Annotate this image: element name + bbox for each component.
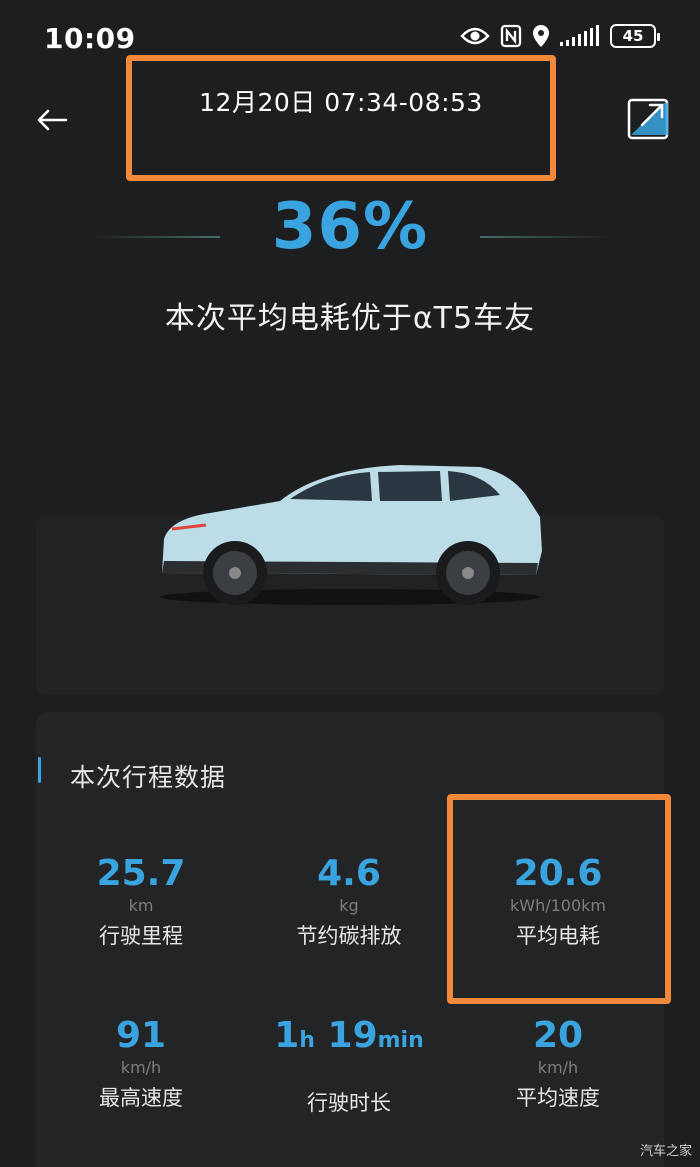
back-button[interactable] — [30, 100, 74, 140]
stat-unit: km — [128, 896, 154, 915]
car-image — [160, 465, 542, 605]
status-time: 10:09 — [44, 22, 136, 55]
consumption-highlight — [447, 794, 671, 1004]
stat-value: 20 — [532, 1015, 584, 1056]
duration-hours-unit: h — [299, 1028, 315, 1053]
stat-label: 最高速度 — [99, 1086, 183, 1110]
stat-unit: km/h — [120, 1058, 162, 1077]
stat-value: 91 — [115, 1015, 167, 1056]
stat-label: 平均速度 — [516, 1086, 600, 1110]
trip-data-title: 本次行程数据 — [70, 763, 227, 792]
stat-unit: km/h — [537, 1058, 579, 1077]
trip-date-range: 12月20日 07:34-08:53 — [199, 88, 483, 117]
arrow-left-icon — [37, 109, 68, 131]
battery-icon: 45 — [610, 24, 660, 48]
stat-label: 行驶里程 — [99, 924, 183, 948]
stat-value: 1h 19min — [249, 1016, 449, 1061]
divider-right — [480, 236, 610, 238]
duration-minutes: 19 — [327, 1015, 378, 1056]
signal-icon — [560, 25, 599, 46]
date-range-highlight: 12月20日 07:34-08:53 — [126, 55, 556, 181]
share-button[interactable] — [626, 95, 672, 141]
stat-avg-speed: 20 km/h 平均速度 — [458, 1016, 658, 1112]
better-than-percent: 36% — [271, 190, 429, 264]
location-icon — [533, 25, 549, 47]
share-icon — [627, 98, 669, 140]
eye-icon — [460, 27, 490, 45]
stat-value: 25.7 — [96, 853, 186, 894]
header: 12月20日 07:34-08:53 — [0, 55, 700, 181]
stat-label: 行驶时长 — [307, 1091, 391, 1115]
watermark: 汽车之家 — [639, 1144, 692, 1159]
stat-unit-spacer — [249, 1063, 449, 1083]
nfc-icon — [500, 24, 522, 48]
stat-max-speed: 91 km/h 最高速度 — [41, 1016, 241, 1112]
stat-carbon-saved: 4.6 kg 节约碳排放 — [249, 854, 449, 950]
stat-unit: kg — [339, 896, 359, 915]
stat-value: 4.6 — [317, 853, 381, 894]
comparison-text: 本次平均电耗优于αT5车友 — [164, 301, 536, 336]
percent-row: 36% — [0, 190, 700, 270]
stat-duration: 1h 19min 行驶时长 — [249, 1016, 449, 1117]
duration-hours: 1 — [274, 1015, 300, 1056]
stat-distance: 25.7 km 行驶里程 — [41, 854, 241, 950]
title-accent-bar — [38, 757, 41, 783]
duration-minutes-unit: min — [377, 1028, 424, 1053]
status-icons: 45 — [460, 24, 660, 48]
stat-label: 节约碳排放 — [296, 924, 402, 948]
